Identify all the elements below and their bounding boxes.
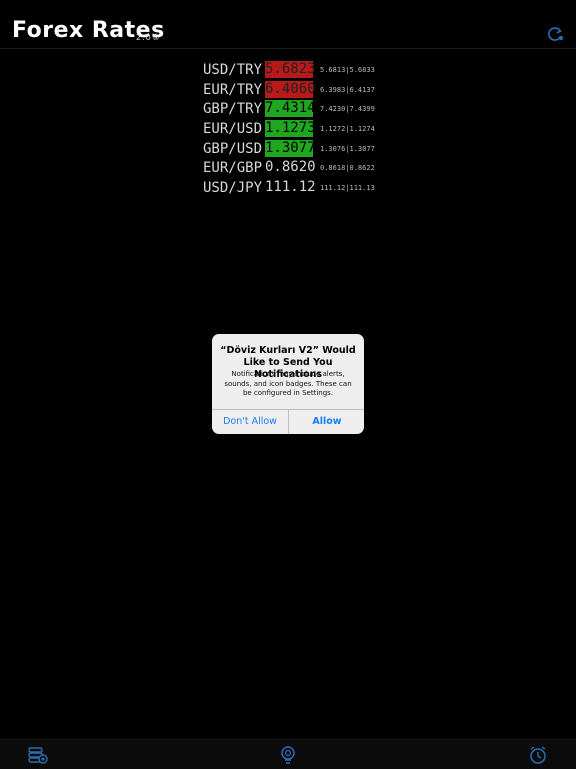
rate-row[interactable]: EUR/GBP 0.8620 0.8618|0.8622: [203, 158, 443, 178]
currency-pair: USD/TRY: [203, 62, 263, 78]
bid-ask: 6.3983|6.4137: [320, 85, 375, 94]
rate-price: 0.8620: [265, 159, 316, 176]
bid-ask: 0.8618|0.8622: [320, 164, 375, 173]
header: Forex Rates 2.0®: [0, 0, 576, 49]
rate-row[interactable]: USD/JPY 111.12 111.12|111.13: [203, 178, 443, 198]
bid-ask: 7.4230|7.4399: [320, 105, 375, 114]
allow-button[interactable]: Allow: [289, 410, 364, 434]
alert-message: Notifications may include alerts, sounds…: [224, 370, 352, 397]
rate-row[interactable]: USD/TRY 5.6823 5.6813|5.6833: [203, 60, 443, 80]
rate-price: 6.4060: [265, 80, 316, 98]
currency-pair: USD/JPY: [203, 180, 263, 197]
tab-bar: [0, 739, 576, 769]
rate-price: 1.1273: [265, 120, 316, 138]
dont-allow-button[interactable]: Don't Allow: [212, 410, 288, 434]
bid-ask: 1.3076|1.3077: [320, 144, 375, 153]
rate-row[interactable]: EUR/TRY 6.4060 6.3983|6.4137: [203, 80, 443, 100]
currency-pair: EUR/GBP: [203, 160, 263, 177]
currency-pair: GBP/USD: [203, 140, 263, 157]
rate-row[interactable]: EUR/USD 1.1273 1.1272|1.1274: [203, 119, 443, 139]
app-version: 2.0®: [136, 33, 161, 42]
rate-price: 111.12: [265, 179, 316, 196]
rate-price: 7.4314: [265, 100, 316, 118]
currency-pair: EUR/USD: [203, 121, 263, 138]
lightbulb-icon[interactable]: [278, 745, 298, 765]
rates-list: USD/TRY 5.6823 5.6813|5.6833 EUR/TRY 6.4…: [203, 60, 443, 198]
bid-ask: 111.12|111.13: [320, 184, 375, 193]
refresh-icon[interactable]: [546, 25, 564, 43]
currency-pair: GBP/TRY: [203, 101, 263, 118]
notification-permission-alert: “Döviz Kurları V2” Would Like to Send Yo…: [212, 334, 364, 434]
rate-price: 1.3077: [265, 139, 316, 157]
rate-row[interactable]: GBP/TRY 7.4314 7.4230|7.4399: [203, 99, 443, 119]
alarm-clock-icon[interactable]: [528, 745, 548, 765]
rate-row[interactable]: GBP/USD 1.3077 1.3076|1.3077: [203, 139, 443, 159]
currency-pair: EUR/TRY: [203, 81, 263, 98]
rate-price: 5.6823: [265, 61, 316, 78]
currency-list-icon[interactable]: [28, 745, 48, 765]
bid-ask: 1.1272|1.1274: [320, 125, 375, 134]
bid-ask: 5.6813|5.6833: [320, 66, 375, 74]
